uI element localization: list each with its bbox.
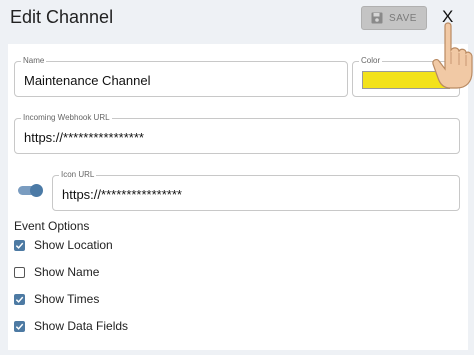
toggle-knob [30, 184, 43, 197]
icon-url-input[interactable]: https://**************** [62, 187, 182, 202]
webhook-url-input[interactable]: https://**************** [24, 130, 144, 145]
name-field[interactable]: Name Maintenance Channel [14, 56, 348, 97]
webhook-url-label: Incoming Webhook URL [21, 113, 112, 123]
option-show-location[interactable]: Show Location [14, 237, 113, 253]
event-options-heading: Event Options [14, 219, 90, 233]
save-label: SAVE [389, 12, 417, 24]
pointing-hand-icon [432, 22, 473, 89]
option-label: Show Location [34, 238, 113, 252]
icon-url-toggle[interactable] [18, 184, 43, 197]
option-show-name[interactable]: Show Name [14, 264, 99, 280]
option-show-data-fields[interactable]: Show Data Fields [14, 318, 128, 334]
option-label: Show Name [34, 265, 100, 279]
save-icon [371, 12, 383, 24]
checkbox-checked[interactable] [14, 293, 25, 305]
save-button[interactable]: SAVE [361, 6, 427, 30]
checkbox-unchecked[interactable] [14, 266, 25, 278]
checkmark-icon [15, 242, 24, 249]
dialog-header: Edit Channel SAVE X [0, 0, 474, 42]
name-label: Name [21, 56, 47, 66]
option-label: Show Times [34, 292, 100, 306]
name-input[interactable]: Maintenance Channel [24, 73, 150, 88]
dialog-title: Edit Channel [10, 7, 114, 27]
webhook-url-field[interactable]: Incoming Webhook URL https://***********… [14, 113, 460, 154]
checkmark-icon [15, 296, 24, 303]
option-label: Show Data Fields [34, 319, 129, 333]
option-show-times[interactable]: Show Times [14, 291, 99, 307]
checkbox-checked[interactable] [14, 239, 25, 251]
checkbox-checked[interactable] [14, 320, 25, 332]
checkmark-icon [15, 323, 24, 330]
icon-url-field[interactable]: Icon URL https://**************** [52, 170, 460, 211]
icon-url-label: Icon URL [59, 170, 97, 180]
edit-channel-form: Name Maintenance Channel Color Incoming … [8, 44, 468, 350]
color-label: Color [359, 56, 383, 66]
